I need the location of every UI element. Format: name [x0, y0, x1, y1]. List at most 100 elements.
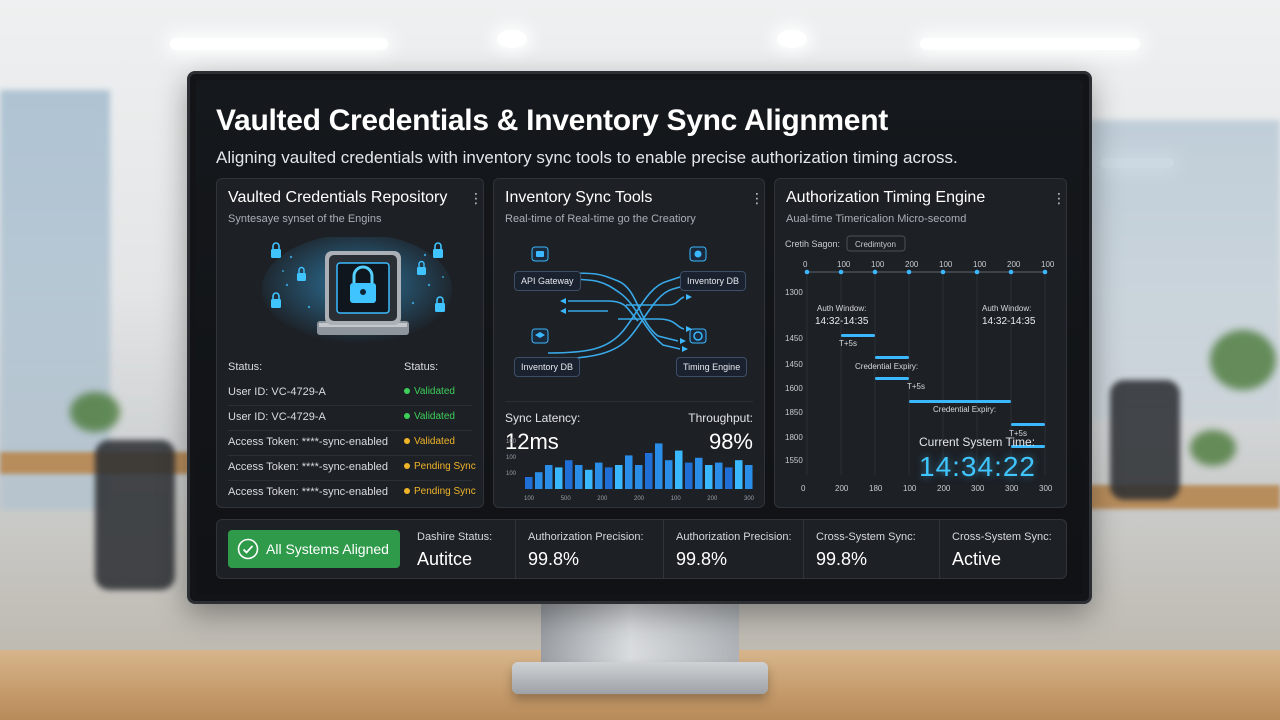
top-tick: 200 — [1007, 260, 1021, 269]
more-options-icon[interactable]: ⋮ — [750, 191, 764, 205]
office-plant — [1190, 430, 1236, 466]
all-systems-aligned-button[interactable]: All Systems Aligned — [228, 530, 400, 568]
axis-node — [1008, 269, 1014, 275]
database-node-icon — [531, 328, 549, 344]
ceiling-light — [920, 38, 1140, 50]
hist-x-tick: 100 — [524, 496, 535, 502]
timing-bar — [875, 377, 909, 380]
card-subtitle: Real-time of Real-time go the Creatiory — [505, 213, 696, 225]
ceiling-spotlight — [497, 30, 527, 48]
vault-card: Vaulted Credentials Repository Syntesaye… — [216, 178, 484, 508]
top-tick: 100 — [837, 260, 851, 269]
stat-value: 99.8% — [528, 549, 580, 569]
hist-bar — [725, 467, 733, 489]
credential-row[interactable]: User ID: VC-4729-A Validated — [228, 411, 478, 431]
stat-label: Cross-System Sync: — [816, 531, 916, 543]
credential-label: Access Token: ****-sync-enabled — [228, 486, 388, 498]
hist-x-tick: 200 — [597, 496, 608, 502]
status-header-right: Status: — [404, 361, 439, 373]
hist-bar — [665, 460, 673, 489]
timing-engine-node[interactable]: Timing Engine — [676, 357, 748, 377]
sync-card: Inventory Sync Tools Real-time of Real-t… — [493, 178, 765, 508]
card-title: Inventory Sync Tools — [505, 189, 653, 206]
summary-stat: Cross-System Sync: 99.8% — [803, 520, 939, 578]
summary-stat: Cross-System Sync: Active — [939, 520, 1067, 578]
status-dot-icon — [404, 413, 410, 420]
credential-label: User ID: VC-4729-A — [228, 386, 326, 398]
more-options-icon[interactable]: ⋮ — [1052, 191, 1066, 205]
credential-row[interactable]: User ID: VC-4729-A Validated — [228, 386, 478, 406]
hist-bar — [555, 467, 563, 489]
status-badge: Pending Sync — [404, 461, 476, 472]
office-window — [0, 90, 110, 510]
current-time-value: 14:34:22 — [919, 451, 1036, 482]
hist-bar — [735, 460, 743, 489]
api-gateway-node[interactable]: API Gateway — [514, 271, 581, 291]
bottom-tick: 300 — [1005, 484, 1019, 493]
stat-label: Authorization Precision: — [676, 531, 792, 543]
bottom-tick: 300 — [971, 484, 985, 493]
summary-stat: Authorization Precision: 99.8% — [663, 520, 803, 578]
more-options-icon[interactable]: ⋮ — [469, 191, 483, 205]
stat-label: Dashire Status: — [417, 531, 493, 543]
axis-node — [838, 269, 844, 275]
row-label: 1550 — [785, 456, 803, 465]
hist-bar — [625, 455, 633, 489]
monitor-base — [512, 662, 768, 694]
stat-value: 99.8% — [816, 549, 868, 569]
top-tick: 0 — [803, 260, 808, 269]
hist-bar — [655, 443, 663, 489]
card-title: Vaulted Credentials Repository — [228, 189, 448, 206]
timing-bar — [909, 400, 1011, 403]
inventory-db-node[interactable]: Inventory DB — [514, 357, 581, 377]
gateway-node-icon — [531, 246, 549, 262]
axis-node — [974, 269, 980, 275]
bottom-tick: 180 — [869, 484, 883, 493]
status-badge: Pending Sync — [404, 486, 476, 497]
page-subtitle: Aligning vaulted credentials with invent… — [216, 148, 958, 167]
hist-bar — [715, 462, 723, 489]
hist-bar — [615, 465, 623, 489]
timing-bar — [841, 334, 875, 337]
hist-x-tick: 100 — [671, 496, 682, 502]
hist-bar — [575, 465, 583, 489]
hist-bar — [675, 450, 683, 489]
hist-bar — [685, 462, 693, 489]
inventory-db-node[interactable]: Inventory DB — [680, 271, 747, 291]
axis-node — [1042, 269, 1048, 275]
stat-value: 99.8% — [676, 549, 728, 569]
divider — [228, 430, 472, 431]
bottom-tick: 0 — [801, 484, 806, 493]
row-label: 1600 — [785, 384, 803, 393]
row-label: 1850 — [785, 408, 803, 417]
divider — [228, 455, 472, 456]
hist-bar — [595, 462, 603, 489]
timing-bar — [1011, 423, 1045, 426]
timing-node-icon — [689, 328, 707, 344]
hist-bar — [635, 465, 643, 489]
dashboard-screen: Vaulted Credentials & Inventory Sync Ali… — [196, 80, 1083, 595]
credential-row[interactable]: Access Token: ****-sync-enabled Validated — [228, 436, 478, 456]
summary-bar: All Systems Aligned Dashire Status: Autit… — [216, 519, 1067, 579]
auth-window-time: 14:32-14:35 — [982, 316, 1036, 327]
summary-stat: Dashire Status: Autitce — [405, 520, 515, 578]
top-tick: 100 — [1041, 260, 1055, 269]
hist-x-tick: 200 — [707, 496, 718, 502]
all-systems-aligned-label: All Systems Aligned — [266, 541, 389, 557]
timing-card: Authorization Timing Engine Aual-time Ti… — [774, 178, 1067, 508]
scale-label: Cretih Sagon: — [785, 239, 840, 249]
hist-bar — [585, 469, 593, 489]
stat-label: Authorization Precision: — [528, 531, 644, 543]
axis-node — [906, 269, 912, 275]
timing-bar — [875, 356, 909, 359]
credential-row[interactable]: Access Token: ****-sync-enabled Pending S… — [228, 461, 478, 481]
status-badge: Validated — [404, 436, 455, 447]
row-label: 1800 — [785, 433, 803, 442]
auth-window-label: Auth Window: — [982, 304, 1031, 313]
hist-bar — [745, 465, 753, 489]
credential-row[interactable]: Access Token: ****-sync-enabled Pending S… — [228, 486, 478, 506]
status-badge: Validated — [404, 411, 455, 422]
timing-annotation: Credential Expiry: — [855, 362, 918, 371]
office-chair — [95, 440, 175, 590]
hist-bar — [565, 460, 573, 489]
